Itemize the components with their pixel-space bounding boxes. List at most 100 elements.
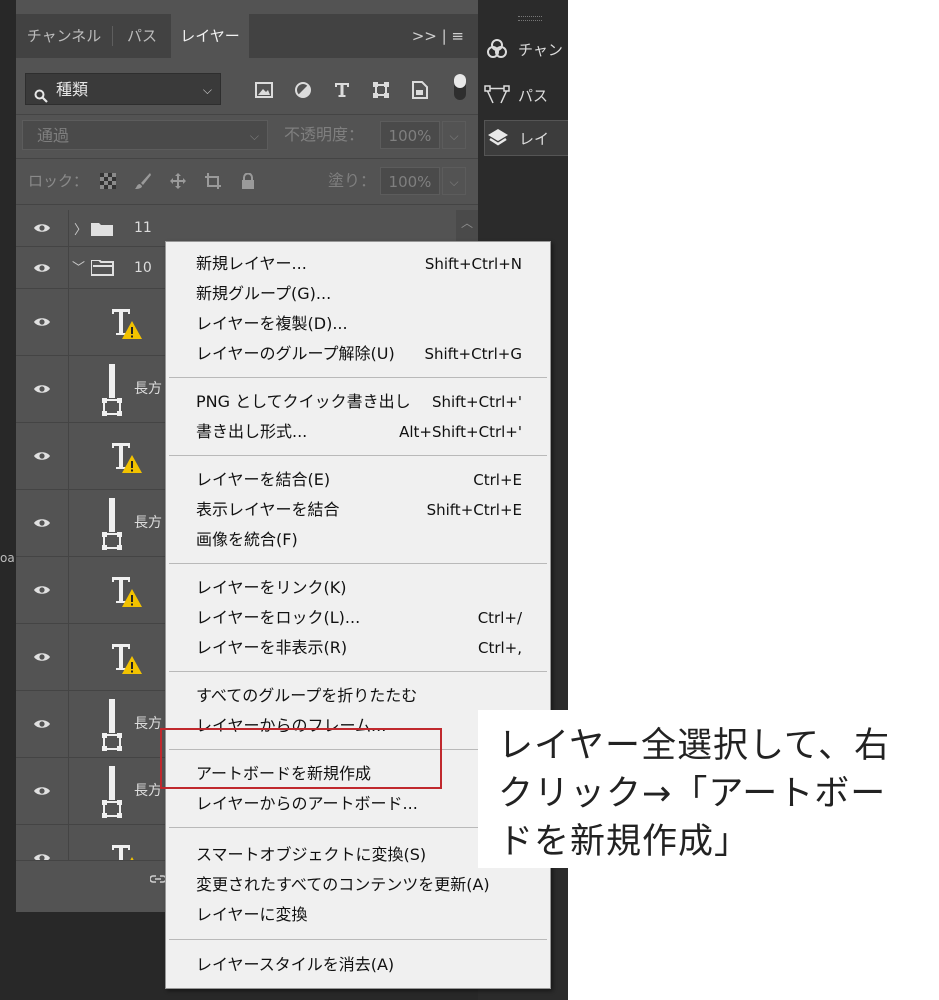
lock-position-icon[interactable] <box>160 170 195 192</box>
menu-item-hide-layers[interactable]: レイヤーを非表示(R) Ctrl+, <box>166 633 550 663</box>
menu-item-link-layers[interactable]: レイヤーをリンク(K) <box>166 573 550 603</box>
panel-tabbar: チャンネル パス レイヤー >> | ≡ <box>16 14 478 58</box>
visibility-toggle[interactable] <box>16 210 69 246</box>
menu-item-label: 画像を統合(F) <box>196 530 298 549</box>
menu-item-label: レイヤーからのアートボード... <box>196 794 418 813</box>
menu-item-label: PNG としてクイック書き出し <box>196 392 411 411</box>
menu-item-update-modified-content[interactable]: 変更されたすべてのコンテンツを更新(A) <box>166 870 550 900</box>
menu-item-export-as[interactable]: 書き出し形式... Alt+Shift+Ctrl+' <box>166 417 550 447</box>
eye-icon <box>34 653 50 661</box>
layer-filter-row: 種類 ⌵ <box>16 70 478 110</box>
menu-item-new-layer[interactable]: 新規レイヤー... Shift+Ctrl+N <box>166 249 550 279</box>
type-filter-icon[interactable] <box>322 76 361 104</box>
text-layer-warning-icon <box>110 575 144 613</box>
eye-icon <box>34 452 50 460</box>
tab-channels[interactable]: チャンネル <box>16 14 112 58</box>
menu-item-quick-export-png[interactable]: PNG としてクイック書き出し Shift+Ctrl+' <box>166 387 550 417</box>
menu-item-label: レイヤーのグループ解除(U) <box>196 344 395 363</box>
chevron-down-icon[interactable]: ﹀ <box>72 257 85 276</box>
menu-item-label: レイヤーに変換 <box>196 905 308 924</box>
folder-icon <box>91 221 113 240</box>
fill-dropdown-button[interactable]: ⌵ <box>442 167 466 195</box>
opacity-input[interactable]: 100% <box>380 121 440 149</box>
panel-menu-button[interactable]: >> | ≡ <box>412 14 464 58</box>
filter-icon-group <box>244 76 439 104</box>
dock-layers-label: レイ <box>519 129 550 148</box>
visibility-toggle[interactable] <box>16 247 69 288</box>
annotation-line: レイヤー全選択して、右 <box>498 726 891 766</box>
eye-icon <box>34 586 50 594</box>
menu-item-merge-layers[interactable]: レイヤーを結合(E) Ctrl+E <box>166 465 550 495</box>
canvas-edge: oa <box>0 0 16 1000</box>
menu-separator <box>169 377 547 378</box>
visibility-toggle[interactable] <box>16 624 69 690</box>
menu-item-clear-layer-style[interactable]: レイヤースタイルを消去(A) <box>166 950 550 980</box>
blend-mode-select[interactable]: 通過 ⌵ <box>22 120 268 150</box>
image-filter-icon[interactable] <box>244 76 283 104</box>
visibility-toggle[interactable] <box>16 825 69 860</box>
layer-name: 10 <box>134 260 152 276</box>
visibility-toggle[interactable] <box>16 423 69 489</box>
menu-separator <box>169 455 547 456</box>
menu-item-shortcut: Ctrl+E <box>473 471 522 489</box>
opacity-dropdown-button[interactable]: ⌵ <box>442 121 466 149</box>
menu-item-convert-to-layers[interactable]: レイヤーに変換 <box>166 900 550 930</box>
menu-item-new-group[interactable]: 新規グループ(G)... <box>166 279 550 309</box>
lock-transparent-pixels-icon[interactable] <box>90 170 125 192</box>
search-icon <box>34 82 48 114</box>
dock-paths-button[interactable]: パス <box>484 78 568 112</box>
link-layers-icon[interactable] <box>149 873 167 889</box>
visibility-toggle[interactable] <box>16 557 69 623</box>
menu-item-label: レイヤーをロック(L)... <box>196 608 361 627</box>
tab-layers[interactable]: レイヤー <box>171 14 249 58</box>
visibility-toggle[interactable] <box>16 289 69 355</box>
eye-icon <box>34 385 50 393</box>
annotation-line: ドを新規作成」 <box>498 822 751 862</box>
menu-item-label: 変更されたすべてのコンテンツを更新(A) <box>196 875 490 894</box>
channels-icon <box>484 36 510 62</box>
visibility-toggle[interactable] <box>16 490 69 556</box>
menu-item-shortcut: Ctrl+, <box>477 639 522 657</box>
eye-icon <box>34 519 50 527</box>
menu-item-label: すべてのグループを折りたたむ <box>196 686 418 705</box>
canvas-edge-text: oa <box>0 551 15 565</box>
adjustment-filter-icon[interactable] <box>283 76 322 104</box>
menu-item-label: レイヤーを複製(D)... <box>196 314 348 333</box>
menu-item-merge-visible[interactable]: 表示レイヤーを結合 Shift+Ctrl+E <box>166 495 550 525</box>
layer-name: 長方 <box>134 515 162 531</box>
fill-input[interactable]: 100% <box>380 167 440 195</box>
shape-layer-thumbnail-icon <box>100 362 124 422</box>
lock-icon-group <box>90 170 265 192</box>
smart-object-filter-icon[interactable] <box>400 76 439 104</box>
visibility-toggle[interactable] <box>16 691 69 757</box>
visibility-toggle[interactable] <box>16 758 69 824</box>
menu-item-ungroup-layers[interactable]: レイヤーのグループ解除(U) Shift+Ctrl+G <box>166 339 550 369</box>
chevron-right-icon[interactable]: 〉 <box>74 219 87 238</box>
text-layer-warning-icon <box>110 843 144 860</box>
scroll-up-icon[interactable]: ︿ <box>456 214 478 231</box>
menu-item-lock-layers[interactable]: レイヤーをロック(L)... Ctrl+/ <box>166 603 550 633</box>
filter-toggle-switch[interactable] <box>454 74 466 100</box>
lock-all-icon[interactable] <box>230 170 265 192</box>
dock-channels-button[interactable]: チャン <box>484 32 568 66</box>
lock-divider <box>16 204 478 205</box>
tab-paths[interactable]: パス <box>113 14 171 58</box>
dock-layers-button[interactable]: レイ <box>484 120 568 156</box>
menu-item-flatten-image[interactable]: 画像を統合(F) <box>166 525 550 555</box>
lock-image-pixels-icon[interactable] <box>125 170 160 192</box>
filter-kind-select[interactable]: 種類 ⌵ <box>25 73 221 105</box>
text-layer-warning-icon <box>110 642 144 680</box>
shape-layer-thumbnail-icon <box>100 697 124 757</box>
dock-grip[interactable] <box>518 16 542 21</box>
visibility-toggle[interactable] <box>16 356 69 422</box>
menu-item-label: 書き出し形式... <box>196 422 308 441</box>
lock-artboard-icon[interactable] <box>195 170 230 192</box>
blend-mode-value: 通過 <box>37 126 70 145</box>
menu-item-shortcut: Shift+Ctrl+G <box>424 345 522 363</box>
text-layer-warning-icon <box>110 441 144 479</box>
shape-filter-icon[interactable] <box>361 76 400 104</box>
menu-item-collapse-all-groups[interactable]: すべてのグループを折りたたむ <box>166 681 550 711</box>
eye-icon <box>34 787 50 795</box>
opacity-label: 不透明度： <box>284 125 365 144</box>
menu-item-duplicate-layer[interactable]: レイヤーを複製(D)... <box>166 309 550 339</box>
